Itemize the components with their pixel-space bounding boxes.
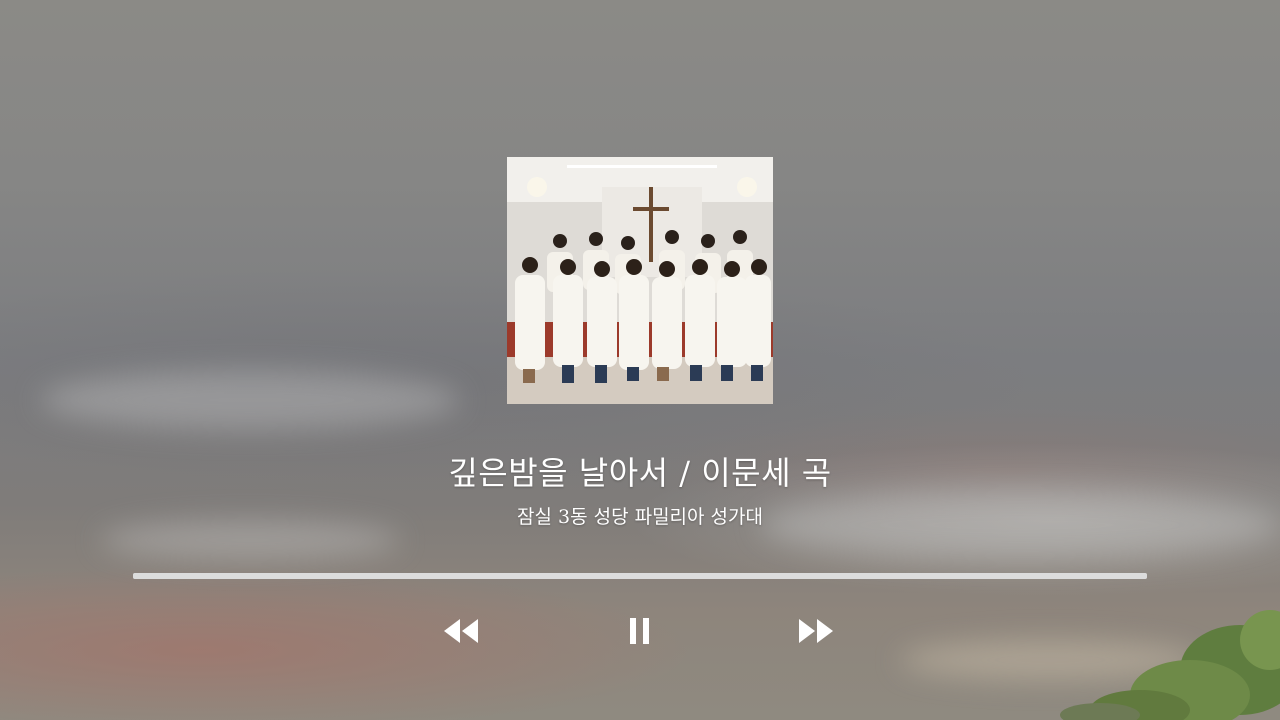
fast-forward-icon xyxy=(799,619,833,643)
progress-bar[interactable] xyxy=(133,573,1147,579)
player-background: 깊은밤을 날아서 / 이문세 곡 잠실 3동 성당 파밀리아 성가대 xyxy=(0,0,1280,720)
fast-forward-button[interactable] xyxy=(796,614,836,648)
pause-button[interactable] xyxy=(620,614,660,648)
trees-silhouette xyxy=(1060,610,1280,720)
rewind-icon xyxy=(444,619,478,643)
pause-icon xyxy=(630,618,649,644)
artist-name: 잠실 3동 성당 파밀리아 성가대 xyxy=(516,506,763,528)
song-title: 깊은밤을 날아서 / 이문세 곡 xyxy=(448,454,832,492)
album-cover xyxy=(507,157,773,404)
background-cloud xyxy=(40,370,460,430)
rewind-button[interactable] xyxy=(441,614,481,648)
progress-fill xyxy=(133,573,1147,579)
